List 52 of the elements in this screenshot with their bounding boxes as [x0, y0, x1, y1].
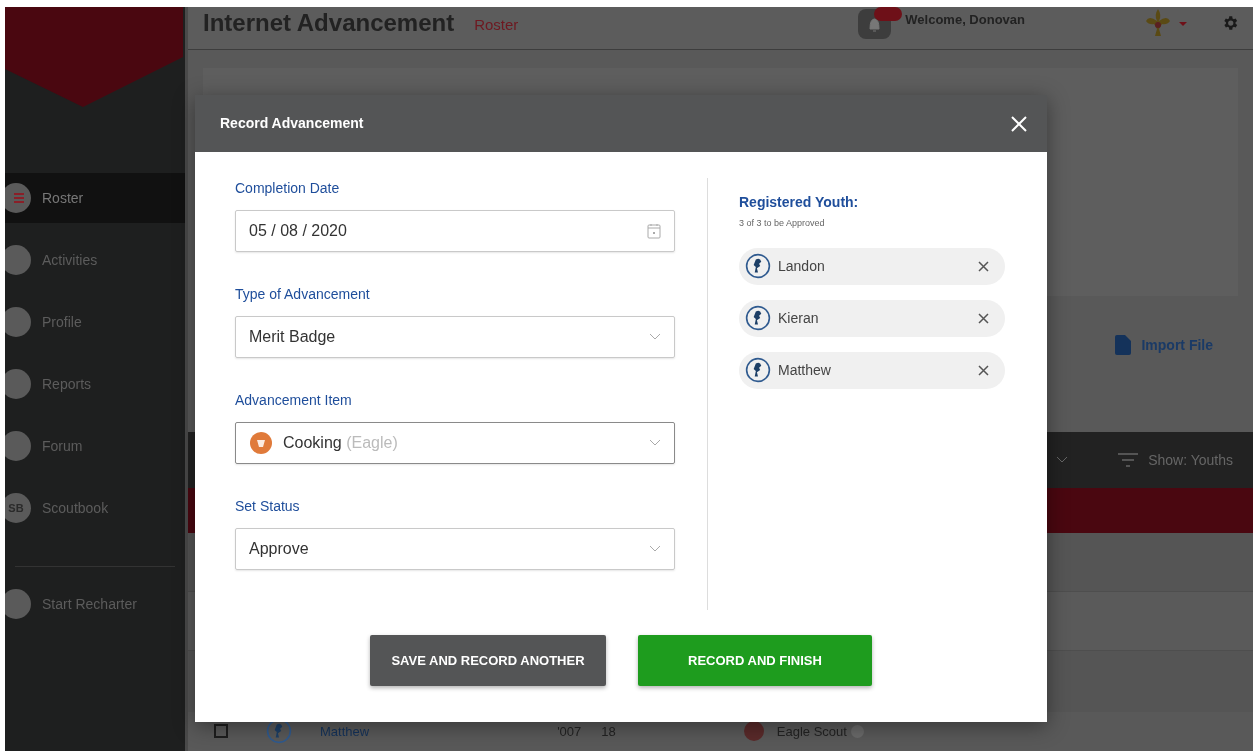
welcome-text: Welcome, Donovan: [905, 11, 1025, 30]
sidebar-item[interactable]: Activities: [5, 235, 185, 285]
youth-name: Kieran: [778, 308, 820, 328]
remove-icon[interactable]: [978, 260, 989, 272]
menu-icon: [5, 183, 31, 213]
show-filter[interactable]: Show: Youths: [1148, 449, 1233, 471]
document-icon[interactable]: [1115, 335, 1132, 356]
scout-avatar-icon: [745, 253, 771, 279]
close-icon[interactable]: [1011, 115, 1027, 132]
chevron-down-icon: [649, 545, 661, 553]
select-field[interactable]: Cooking (Eagle): [235, 422, 675, 464]
remove-icon[interactable]: [978, 364, 989, 376]
youth-name: Landon: [778, 256, 826, 276]
section-title: Roster: [474, 14, 519, 35]
field-value: 05 / 08 / 2020: [249, 221, 348, 241]
date-field[interactable]: 05 / 08 / 2020: [235, 210, 675, 252]
field-value: Cooking (Eagle): [283, 433, 399, 453]
approval-count: 3 of 3 to be Approved: [739, 217, 826, 230]
calendar-icon: [647, 223, 661, 239]
youth-name-link[interactable]: Matthew: [320, 721, 370, 742]
import-file-link[interactable]: Import File: [1141, 334, 1213, 356]
chevron-down-icon: [649, 333, 661, 341]
row-checkbox[interactable]: [214, 724, 228, 739]
fleur-de-lis-icon[interactable]: [1145, 9, 1171, 39]
sidebar-item[interactable]: Profile: [5, 297, 185, 347]
field-value: Merit Badge: [249, 327, 337, 347]
remove-icon[interactable]: [978, 312, 989, 324]
chevron-down-icon: [1056, 456, 1069, 465]
select-field[interactable]: Merit Badge: [235, 316, 675, 358]
field-label: Type of Advancement: [235, 285, 371, 304]
field-label: Completion Date: [235, 179, 341, 198]
save-and-record-another-button[interactable]: SAVE AND RECORD ANOTHER: [370, 635, 606, 686]
sidebar-item[interactable]: Roster: [5, 173, 185, 223]
scout-avatar-icon: [745, 305, 771, 331]
select-field[interactable]: Approve: [235, 528, 675, 570]
sidebar-item[interactable]: Start Recharter: [5, 579, 185, 629]
filter-icon[interactable]: [1118, 453, 1139, 468]
field-label: Set Status: [235, 497, 301, 516]
youth-name: Matthew: [778, 360, 832, 380]
field-label: Advancement Item: [235, 391, 353, 410]
dialog-title: Record Advancement: [220, 114, 365, 133]
page-title: Internet Advancement: [203, 8, 455, 38]
field-value: Approve: [249, 539, 310, 559]
sidebar-item[interactable]: Reports: [5, 359, 185, 409]
caret-icon[interactable]: [1179, 22, 1187, 26]
notification-badge: [874, 7, 903, 21]
section-heading: Registered Youth:: [739, 193, 860, 212]
sidebar-item[interactable]: Forum: [5, 421, 185, 471]
chevron-down-icon: [649, 439, 661, 447]
record-and-finish-button[interactable]: RECORD AND FINISH: [638, 635, 872, 686]
scout-avatar-icon: [745, 357, 771, 383]
merit-badge-icon: [249, 431, 273, 455]
